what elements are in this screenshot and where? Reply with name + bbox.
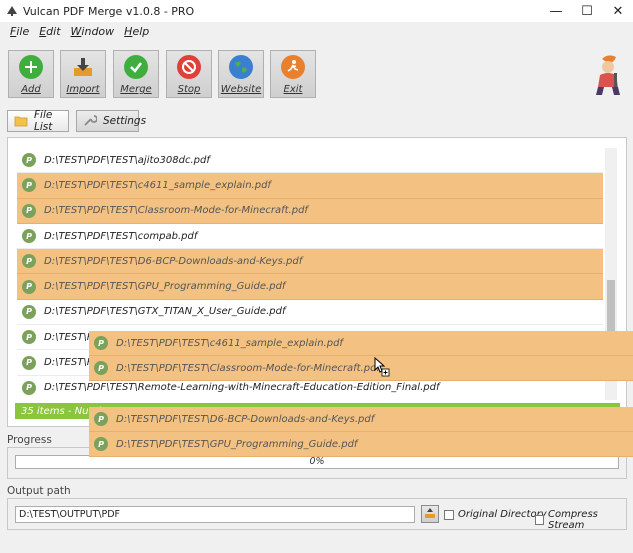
progress-bar: 0% [15,455,619,469]
drag-ghost-row: P D:\TEST\PDF\TEST\D6-BCP-Downloads-and-K… [89,407,633,432]
pdf-file-icon: P [22,229,36,244]
pdf-file-icon: P [22,279,36,294]
file-row[interactable]: P D:\TEST\PDF\TEST\c4611_sample_explain.p… [17,173,603,199]
drag-ghost-row: P D:\TEST\PDF\TEST\GPU_Programming_Guide.… [89,432,633,457]
stop-button[interactable]: Stop [166,50,212,98]
pdf-file-icon: P [22,178,36,193]
browse-output-button[interactable] [421,505,439,523]
pdf-file-icon: P [94,336,108,350]
title-bar: Vulcan PDF Merge v1.0.8 - PRO — ☐ ✕ [0,0,633,22]
compress-stream-checkbox[interactable]: Compress Stream [535,509,626,531]
app-icon [4,3,20,19]
menu-bar: File Edit Window Help [0,22,633,40]
maximize-button[interactable]: ☐ [572,0,602,22]
window-title: Vulcan PDF Merge v1.0.8 - PRO [23,4,195,18]
menu-help[interactable]: Help [124,25,149,38]
drag-file-path: D:\TEST\PDF\TEST\c4611_sample_explain.pd… [116,337,343,349]
pdf-file-icon: P [22,153,36,168]
website-button[interactable]: Website [218,50,264,98]
file-path: D:\TEST\PDF\TEST\Remote-Learning-with-Mi… [44,382,440,394]
compress-stream-label: Compress Stream [547,509,598,531]
file-path: D:\TEST\PDF\TEST\ajito308dc.pdf [44,154,210,166]
tab-file-list[interactable]: File List [7,109,69,133]
menu-file[interactable]: File [10,25,29,38]
pdf-file-icon: P [22,254,36,269]
pdf-file-icon: P [22,380,36,395]
file-row[interactable]: P D:\TEST\PDF\TEST\GPU_Programming_Guide.… [17,274,603,300]
pdf-file-icon: P [22,330,36,345]
drag-ghost-row: P D:\TEST\PDF\TEST\Classroom-Mode-for-Min… [89,356,633,381]
tab-file-list-label: File List [34,109,53,133]
mascot-logo [588,53,630,97]
progress-text: 0% [309,456,325,467]
menu-window[interactable]: Window [71,25,115,38]
file-row[interactable]: P D:\TEST\PDF\TEST\GTX_TITAN_X_User_Guide… [17,300,603,326]
pdf-file-icon: P [94,437,108,451]
exit-icon [281,55,305,79]
check-icon [124,55,148,79]
file-row[interactable]: P D:\TEST\PDF\TEST\ajito308dc.pdf [17,148,603,174]
drag-file-path: D:\TEST\PDF\TEST\GPU_Programming_Guide.p… [116,438,358,450]
pdf-file-icon: P [22,304,36,319]
output-group: D:\TEST\OUTPUT\PDF Original Directory Co… [7,498,627,531]
file-row[interactable]: P D:\TEST\PDF\TEST\D6-BCP-Downloads-and-K… [17,249,603,275]
checkbox-box[interactable] [444,509,454,520]
stop-icon [177,55,201,79]
original-directory-checkbox[interactable]: Original Directory [444,509,547,520]
website-button-label: Website [220,84,262,95]
tab-settings-label: Settings [103,115,147,127]
add-button[interactable]: Add [8,50,54,98]
tab-settings[interactable]: Settings [76,110,146,132]
file-row[interactable]: P D:\TEST\PDF\TEST\Classroom-Mode-for-Min… [17,198,603,224]
file-path: D:\TEST\PDF\TEST\D6-BCP-Downloads-and-Ke… [44,255,303,267]
tab-bar: File List Settings [0,108,633,136]
drag-copy-cursor-icon [374,356,390,377]
wrench-icon [83,115,98,127]
exit-button-label: Exit [283,84,303,95]
output-path-input[interactable]: D:\TEST\OUTPUT\PDF [15,506,415,523]
import-icon [71,55,95,79]
merge-button-label: Merge [120,84,152,95]
scrollbar-thumb[interactable] [607,280,615,332]
original-directory-label: Original Directory [458,509,547,520]
merge-button[interactable]: Merge [113,50,159,98]
file-row[interactable]: P D:\TEST\PDF\TEST\compab.pdf [17,224,603,250]
minimize-button[interactable]: — [541,0,571,22]
file-path: D:\TEST\PDF\TEST\c4611_sample_explain.pd… [44,179,271,191]
file-path: D:\TEST\PDF\TEST\GTX_TITAN_X_User_Guide.… [44,306,286,318]
pdf-file-icon: P [22,203,36,218]
file-path: D:\TEST\PDF\TEST\Classroom-Mode-for-Mine… [44,205,308,217]
file-path: D:\TEST\PDF\TEST\GPU_Programming_Guide.p… [44,281,286,293]
drag-ghost-row: P D:\TEST\PDF\TEST\c4611_sample_explain.p… [89,331,633,356]
exit-button[interactable]: Exit [270,50,316,98]
drag-file-path: D:\TEST\PDF\TEST\D6-BCP-Downloads-and-Ke… [116,413,375,425]
plus-icon [19,55,43,79]
progress-label: Progress [7,434,52,446]
pdf-file-icon: P [22,355,36,370]
file-path: D:\TEST\PDF\TEST\compab.pdf [44,230,198,242]
toolbar: Add Import Merge Stop Website Exit [0,42,633,102]
pdf-file-icon: P [94,412,108,426]
add-button-label: Add [21,84,41,95]
menu-edit[interactable]: Edit [39,25,60,38]
drag-file-path: D:\TEST\PDF\TEST\Classroom-Mode-for-Mine… [116,362,380,374]
close-button[interactable]: ✕ [603,0,633,22]
import-button[interactable]: Import [60,50,106,98]
globe-icon [229,55,253,79]
stop-button-label: Stop [177,84,201,95]
import-button-label: Import [66,84,100,95]
pdf-file-icon: P [94,361,108,375]
folder-icon [14,115,28,127]
file-list-panel: P D:\TEST\PDF\TEST\ajito308dc.pdf P D:\TES… [7,137,627,427]
checkbox-box[interactable] [535,515,544,525]
output-path-label: Output path [7,485,71,497]
browse-icon [424,507,436,522]
